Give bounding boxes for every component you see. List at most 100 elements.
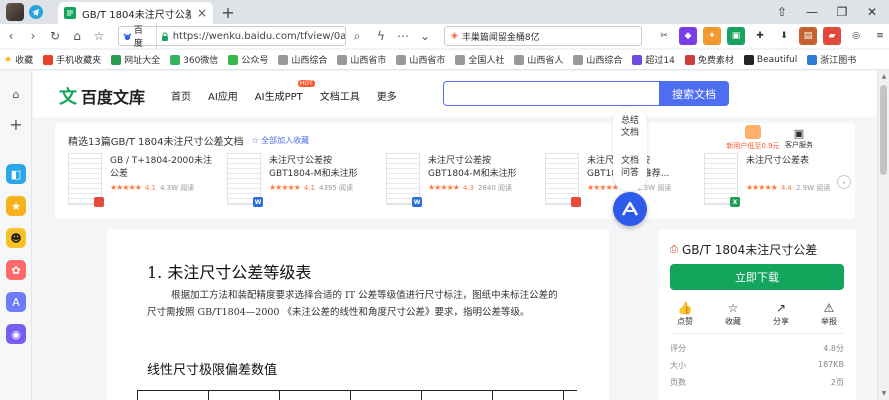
lightning-icon[interactable]: ϟ — [370, 25, 392, 47]
bookmark-favicon — [455, 54, 466, 65]
doc-info-card: ⎙ GB/T 1804未注尺寸公差 立即下载 👍 点赞 ☆ 收藏 ↗ 分享 ⚠ 举报 评… — [658, 229, 856, 400]
chevron-down-icon[interactable]: ⌄ — [414, 25, 436, 47]
bookmark-item[interactable]: 山西综合 — [573, 53, 622, 66]
telegram-icon[interactable] — [24, 0, 48, 24]
bookmark-favicon — [170, 54, 181, 65]
doc-qa-button[interactable]: 文档 问答 — [613, 155, 647, 179]
recommend-card[interactable]: GB / T+1804-2000未注公差 ★★★★★ 4.1 4.3W 阅读 — [68, 153, 213, 211]
close-window-button[interactable]: ✕ — [857, 0, 887, 24]
green-extension-icon[interactable]: ▣ — [727, 27, 745, 45]
puzzle-icon[interactable]: ✚ — [751, 27, 769, 45]
downloads-icon[interactable]: ⬇ — [775, 27, 793, 45]
sidebar-app-ai-icon[interactable]: ✿ — [6, 260, 26, 280]
favorite-button[interactable]: ☆ 收藏 — [718, 301, 748, 327]
menu-item-ai-apps[interactable]: AI应用 — [208, 88, 238, 103]
site-logo[interactable]: 文 百度文库 — [59, 83, 145, 109]
scissors-icon[interactable]: ✂ — [655, 27, 673, 45]
doc-search-input[interactable]: 搜索文档 — [443, 81, 729, 106]
home-icon[interactable]: ⌂ — [6, 84, 26, 104]
menu-icon[interactable]: ≡ — [871, 27, 889, 45]
add-all-favorites-link[interactable]: ☆ 全部加入收藏 — [251, 135, 309, 146]
more-icon[interactable]: ⋯ — [392, 25, 414, 47]
sidebar-app-chat-icon[interactable]: ◉ — [6, 324, 26, 344]
menu-item-home[interactable]: 首页 — [171, 88, 191, 103]
menu-item-doc-tools[interactable]: 文档工具 — [320, 88, 360, 103]
bookmark-item[interactable]: 360微信 — [170, 53, 218, 66]
briefcase-icon[interactable]: ▤ — [799, 27, 817, 45]
recommend-panel: 精选13篇GB/T 1804未注尺寸公差文档 ☆ 全部加入收藏 新用户低至0.9… — [55, 123, 855, 219]
forward-button[interactable]: › — [22, 25, 44, 47]
news-icon: ◈ — [451, 31, 458, 41]
service-icon: ▣ — [793, 127, 805, 140]
tab-title: GB/T 1804未注尺寸公差 - 百 — [82, 9, 191, 21]
new-tab-button[interactable]: + — [218, 2, 238, 22]
gift-icon — [745, 125, 761, 139]
bookmark-favicon — [684, 54, 695, 65]
share-button[interactable]: ↗ 分享 — [766, 301, 796, 327]
bookmark-favicon — [743, 54, 754, 65]
vip-promo[interactable]: 新用户低至0.9元 — [725, 125, 781, 151]
menu-item-ai-ppt[interactable]: AI生成PPT HOT — [255, 80, 315, 103]
sidebar-app-star-icon[interactable]: ★ — [6, 196, 26, 216]
tab-close-icon[interactable]: × — [197, 6, 207, 20]
ai-assistant-button[interactable] — [613, 192, 647, 226]
share-icon[interactable]: ⇧ — [767, 0, 797, 24]
recommend-card[interactable]: W 未注尺寸公差按GBT1804-M和未注形为... ★★★★★4.32840 … — [386, 153, 531, 211]
site-identity[interactable]: 百度 — [123, 23, 157, 49]
report-button[interactable]: ⚠ 举报 — [814, 301, 844, 327]
doc-actions: 👍 点赞 ☆ 收藏 ↗ 分享 ⚠ 举报 — [670, 301, 844, 327]
minimize-button[interactable]: — — [797, 0, 827, 24]
sidebar-app-robot-icon[interactable]: ☻ — [6, 228, 26, 248]
bookmark-item[interactable]: 超过14 — [632, 53, 675, 66]
address-bar[interactable]: 百度 https://wenku.baidu.com/tfview/0a — [118, 23, 346, 49]
sidebar-app-blue-icon[interactable]: ◧ — [6, 164, 26, 184]
sidebar-app-ai2-icon[interactable]: A — [6, 292, 26, 312]
customer-service[interactable]: ▣ 客户服务 — [785, 127, 813, 150]
browser-search-box[interactable]: ◈ 丰巢篇闻留金桶8亿 — [444, 26, 642, 46]
bookmark-item[interactable]: ★ 收藏 — [4, 53, 33, 67]
bookmark-item[interactable]: 公众号 — [228, 53, 268, 66]
star-icon: ★ — [4, 54, 13, 65]
bookmark-item[interactable]: 全国人社 — [455, 53, 504, 66]
hot-badge: HOT — [297, 80, 315, 87]
menu-item-more[interactable]: 更多 — [377, 88, 397, 103]
download-button[interactable]: 立即下载 — [670, 264, 844, 290]
recommend-card[interactable]: W 未注尺寸公差按GBT1804-M和未注形位... ★★★★★4.14395 … — [227, 153, 372, 211]
home-button[interactable]: ⌂ — [66, 25, 88, 47]
orange-extension-icon[interactable]: ✦ — [703, 27, 721, 45]
summarize-doc-button[interactable]: 总结 文档 — [613, 115, 647, 139]
bookmark-item[interactable]: 山西省市 — [396, 53, 445, 66]
bookmark-item[interactable]: 浙江图书 — [807, 53, 856, 66]
bookmark-star-button[interactable]: ☆ — [88, 25, 110, 47]
restore-button[interactable]: ❐ — [827, 0, 857, 24]
add-icon[interactable]: + — [6, 114, 26, 134]
url-text: https://wenku.baidu.com/tfview/0a — [172, 30, 345, 42]
bookmark-item[interactable]: 山西综合 — [278, 53, 327, 66]
page-scrollbar[interactable]: ▲ ▼ — [877, 71, 889, 400]
bookmark-item[interactable]: 山西省人 — [514, 53, 563, 66]
reload-button[interactable]: ↻ — [44, 25, 66, 47]
back-button[interactable]: ‹ — [0, 25, 22, 47]
purple-extension-icon[interactable]: ◆ — [679, 27, 697, 45]
bookmark-item[interactable]: Beautiful — [743, 54, 797, 65]
red-extension-icon[interactable]: ▰ — [823, 27, 841, 45]
chevron-right-icon[interactable]: › — [837, 175, 851, 189]
active-tab[interactable]: GB/T 1804未注尺寸公差 - 百 × — [58, 2, 213, 24]
search-icon[interactable]: ⌕ — [346, 25, 368, 47]
main-menu: 首页 AI应用 AI生成PPT HOT 文档工具 更多 — [171, 80, 397, 103]
like-button[interactable]: 👍 点赞 — [670, 301, 700, 327]
bookmark-item[interactable]: 免费素材 — [684, 53, 734, 66]
scroll-up-icon[interactable]: ▲ — [879, 72, 889, 82]
bookmark-item[interactable]: 手机收藏夹 — [43, 53, 101, 66]
recommend-card[interactable]: X 未注尺寸公差表 ★★★★★ 4.4 2.9W 阅读 — [704, 153, 849, 211]
bookmark-item[interactable]: 网址大全 — [111, 53, 160, 66]
scrollbar-thumb[interactable] — [880, 85, 887, 175]
bookmark-item[interactable]: 山西省市 — [337, 53, 386, 66]
search-docs-button[interactable]: 搜索文档 — [659, 81, 729, 106]
bookmarks-bar: ★ 收藏 手机收藏夹 网址大全 360微信 公众号 山西综合 山西省市 山西省市 … — [0, 50, 889, 70]
recommend-title: 精选13篇GB/T 1804未注尺寸公差文档 — [68, 137, 244, 148]
profile-avatar[interactable] — [6, 3, 24, 21]
scroll-down-icon[interactable]: ▼ — [879, 389, 889, 399]
document-page: 1. 未注尺寸公差等级表 根据加工方法和装配精度要求选择合适的 IT 公差等级值… — [107, 229, 609, 400]
colorful-extension-icon[interactable]: ◎ — [847, 27, 865, 45]
